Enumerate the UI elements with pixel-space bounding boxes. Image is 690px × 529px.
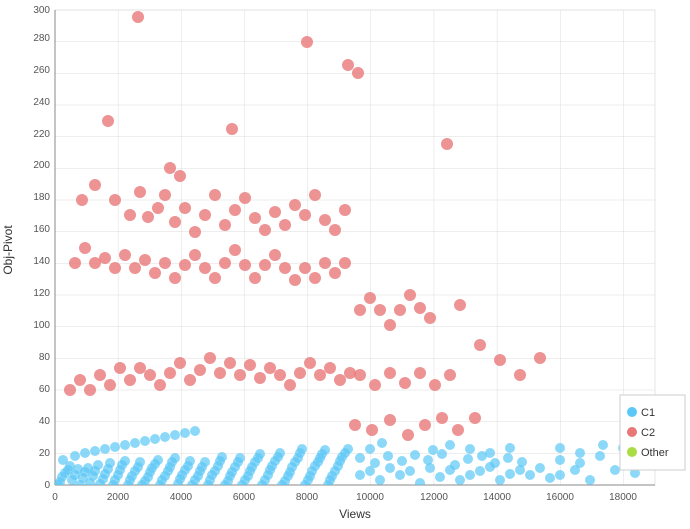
svg-text:0: 0: [44, 480, 50, 491]
svg-text:2000: 2000: [107, 492, 130, 503]
legend-c1-marker: [627, 407, 637, 417]
y-axis-label: Obj-Pivot: [1, 225, 15, 275]
legend-c1-label: C1: [641, 407, 655, 419]
svg-text:200: 200: [33, 160, 50, 171]
chart-container: 0 20 40 60 80 100 120 140 160 180 200 22…: [0, 0, 690, 524]
x-axis-label: Views: [339, 507, 371, 521]
svg-text:18000: 18000: [609, 492, 637, 503]
svg-text:60: 60: [39, 384, 51, 395]
svg-text:80: 80: [39, 352, 51, 363]
svg-text:180: 180: [33, 192, 50, 203]
svg-text:0: 0: [52, 492, 58, 503]
svg-text:300: 300: [33, 5, 50, 16]
svg-text:12000: 12000: [420, 492, 448, 503]
scatter-plot: 0 20 40 60 80 100 120 140 160 180 200 22…: [0, 0, 690, 524]
svg-text:120: 120: [33, 288, 50, 299]
svg-text:220: 220: [33, 129, 50, 140]
legend-other-marker: [627, 447, 637, 457]
legend-c2-label: C2: [641, 427, 655, 439]
svg-text:240: 240: [33, 97, 50, 108]
x-axis: 0 2000 4000 6000 8000 10000 12000 14000 …: [52, 492, 637, 503]
svg-text:160: 160: [33, 224, 50, 235]
svg-text:140: 140: [33, 256, 50, 267]
svg-text:10000: 10000: [356, 492, 384, 503]
svg-text:4000: 4000: [170, 492, 193, 503]
svg-text:14000: 14000: [483, 492, 511, 503]
legend-other-label: Other: [641, 447, 669, 459]
svg-text:6000: 6000: [233, 492, 256, 503]
svg-text:280: 280: [33, 33, 50, 44]
y-axis: 0 20 40 60 80 100 120 140 160 180 200 22…: [33, 5, 50, 491]
svg-text:8000: 8000: [296, 492, 319, 503]
svg-text:20: 20: [39, 448, 51, 459]
svg-text:16000: 16000: [546, 492, 574, 503]
legend-c2-marker: [627, 427, 637, 437]
svg-text:40: 40: [39, 416, 51, 427]
svg-text:260: 260: [33, 65, 50, 76]
svg-text:100: 100: [33, 320, 50, 331]
